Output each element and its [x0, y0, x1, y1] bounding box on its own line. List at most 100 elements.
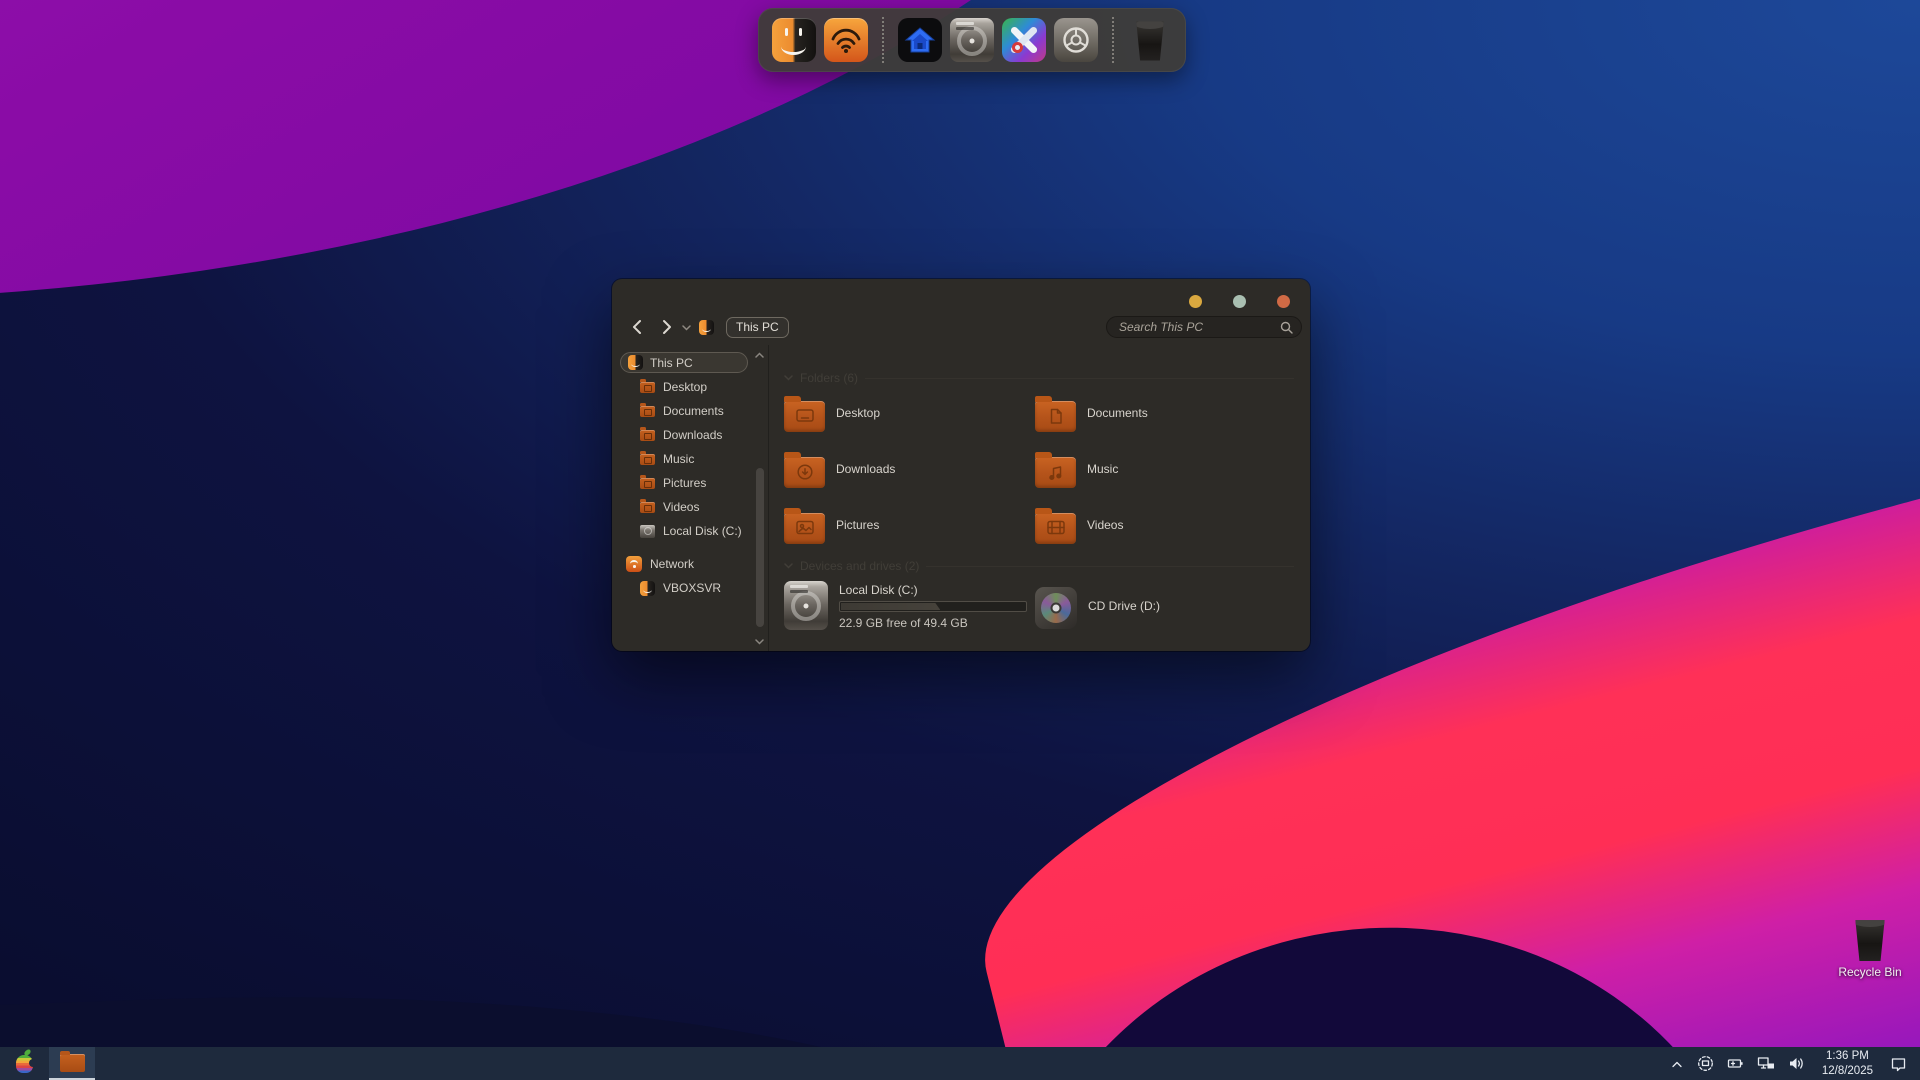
folder-icon — [640, 478, 655, 489]
dock-separator — [1112, 17, 1114, 63]
content-area: Folders (6) Desktop Documents — [768, 345, 1310, 651]
tile-label: Pictures — [836, 518, 879, 532]
system-tray: 1:36 PM 12/8/2025 — [1670, 1049, 1920, 1079]
sidebar-item-pictures[interactable]: Pictures — [612, 471, 768, 495]
start-button[interactable] — [0, 1047, 49, 1080]
folder-icon — [640, 502, 655, 513]
desktop-folder-icon — [784, 401, 825, 432]
disk-usage-bar — [839, 601, 1027, 612]
taskbar-clock[interactable]: 1:36 PM 12/8/2025 — [1822, 1049, 1873, 1079]
sidebar-item-label: Desktop — [663, 380, 707, 394]
taskbar-file-explorer-button[interactable] — [49, 1047, 95, 1080]
folder-tile-desktop[interactable]: Desktop — [784, 393, 1035, 433]
navigation-toolbar: This PC Search This PC — [612, 309, 1310, 345]
sidebar-item-label: This PC — [650, 356, 693, 370]
sidebar-item-music[interactable]: Music — [612, 447, 768, 471]
sidebar-item-label: Network — [650, 557, 694, 571]
search-icon — [1280, 321, 1293, 334]
search-input[interactable]: Search This PC — [1106, 316, 1302, 338]
chevron-down-icon — [682, 325, 691, 331]
action-center-button[interactable] — [1890, 1056, 1907, 1072]
folders-section-header: Folders (6) — [784, 371, 1294, 385]
breadcrumb[interactable]: This PC — [726, 317, 789, 338]
dock-finder-icon[interactable] — [772, 18, 816, 62]
sidebar-item-documents[interactable]: Documents — [612, 399, 768, 423]
dock-home-app-icon[interactable] — [898, 18, 942, 62]
drives-section-header: Devices and drives (2) — [784, 559, 1294, 573]
dock-settings-icon[interactable] — [1054, 18, 1098, 62]
recycle-bin-desktop-icon[interactable]: Recycle Bin — [1834, 918, 1906, 979]
section-divider — [926, 566, 1294, 567]
folder-icon — [60, 1054, 85, 1072]
scrollbar-thumb[interactable] — [756, 468, 764, 627]
tile-label: Music — [1087, 462, 1118, 476]
folder-tile-documents[interactable]: Documents — [1035, 393, 1286, 433]
sidebar-item-vboxsvr[interactable]: VBOXSVR — [612, 576, 768, 600]
scroll-down-arrow[interactable] — [752, 635, 767, 648]
downloads-folder-icon — [784, 457, 825, 488]
sidebar-item-local-disk[interactable]: Local Disk (C:) — [612, 519, 768, 543]
clock-date: 12/8/2025 — [1822, 1064, 1873, 1079]
maximize-button[interactable] — [1233, 295, 1246, 308]
show-hidden-icons-button[interactable] — [1670, 1059, 1684, 1069]
dock — [758, 8, 1186, 72]
sidebar-item-network[interactable]: Network — [612, 552, 768, 576]
battery-icon[interactable] — [1727, 1056, 1744, 1071]
music-folder-icon — [1035, 457, 1076, 488]
window-titlebar[interactable] — [612, 279, 1310, 309]
search-placeholder: Search This PC — [1119, 320, 1280, 334]
dock-wifi-app-icon[interactable] — [824, 18, 868, 62]
folder-icon — [640, 430, 655, 441]
wifi-arcs-icon — [828, 26, 864, 54]
sidebar-item-label: Pictures — [663, 476, 706, 490]
folder-tile-pictures[interactable]: Pictures — [784, 505, 1035, 545]
section-title: Folders (6) — [800, 371, 858, 385]
collapse-chevron-icon[interactable] — [784, 375, 793, 381]
tile-label: Desktop — [836, 406, 880, 420]
cd-disc-icon — [1041, 593, 1071, 623]
sidebar-item-desktop[interactable]: Desktop — [612, 375, 768, 399]
dock-trash-icon[interactable] — [1134, 20, 1166, 61]
drive-tile-cd[interactable]: CD Drive (D:) — [1035, 581, 1286, 630]
virtualbox-tray-icon[interactable] — [1697, 1055, 1714, 1072]
folder-icon — [640, 454, 655, 465]
collapse-chevron-icon[interactable] — [784, 563, 793, 569]
disk-usage-fill — [841, 603, 940, 610]
cd-drive-icon — [1035, 587, 1077, 629]
folder-tile-downloads[interactable]: Downloads — [784, 449, 1035, 489]
back-button[interactable] — [625, 316, 647, 338]
scroll-up-arrow[interactable] — [752, 348, 767, 361]
address-location-icon — [699, 320, 714, 335]
taskbar: 1:36 PM 12/8/2025 — [0, 1047, 1920, 1080]
network-icon[interactable] — [1757, 1056, 1775, 1071]
folder-icon — [640, 406, 655, 417]
tile-label: Videos — [1087, 518, 1123, 532]
drive-tile-local-disk[interactable]: Local Disk (C:) 22.9 GB free of 49.4 GB — [784, 581, 1035, 630]
close-button[interactable] — [1277, 295, 1290, 308]
folder-tile-music[interactable]: Music — [1035, 449, 1286, 489]
sidebar-item-label: Downloads — [663, 428, 722, 442]
sidebar-scrollbar[interactable] — [752, 348, 767, 648]
recent-locations-button[interactable] — [682, 325, 691, 331]
hard-disk-icon — [784, 581, 828, 630]
videos-folder-icon — [1035, 513, 1076, 544]
sidebar-item-label: Music — [663, 452, 694, 466]
dock-developer-tools-icon[interactable] — [1002, 18, 1046, 62]
sidebar-item-this-pc[interactable]: This PC — [620, 352, 748, 373]
minimize-button[interactable] — [1189, 295, 1202, 308]
forward-button[interactable] — [656, 316, 678, 338]
recycle-bin-label: Recycle Bin — [1838, 965, 1901, 979]
dock-disk-utility-icon[interactable] — [950, 18, 994, 62]
sidebar-item-label: Local Disk (C:) — [663, 524, 742, 538]
sidebar-item-downloads[interactable]: Downloads — [612, 423, 768, 447]
house-icon — [903, 25, 937, 55]
sidebar-item-videos[interactable]: Videos — [612, 495, 768, 519]
this-pc-icon — [628, 355, 643, 370]
volume-icon[interactable] — [1788, 1056, 1805, 1071]
folder-icon — [640, 382, 655, 393]
sidebar: This PC Desktop Documents Downloads Musi… — [612, 345, 768, 651]
folder-tile-videos[interactable]: Videos — [1035, 505, 1286, 545]
drive-label: CD Drive (D:) — [1088, 599, 1160, 613]
disk-connector-detail — [790, 585, 808, 588]
disk-connector-detail — [956, 22, 974, 25]
